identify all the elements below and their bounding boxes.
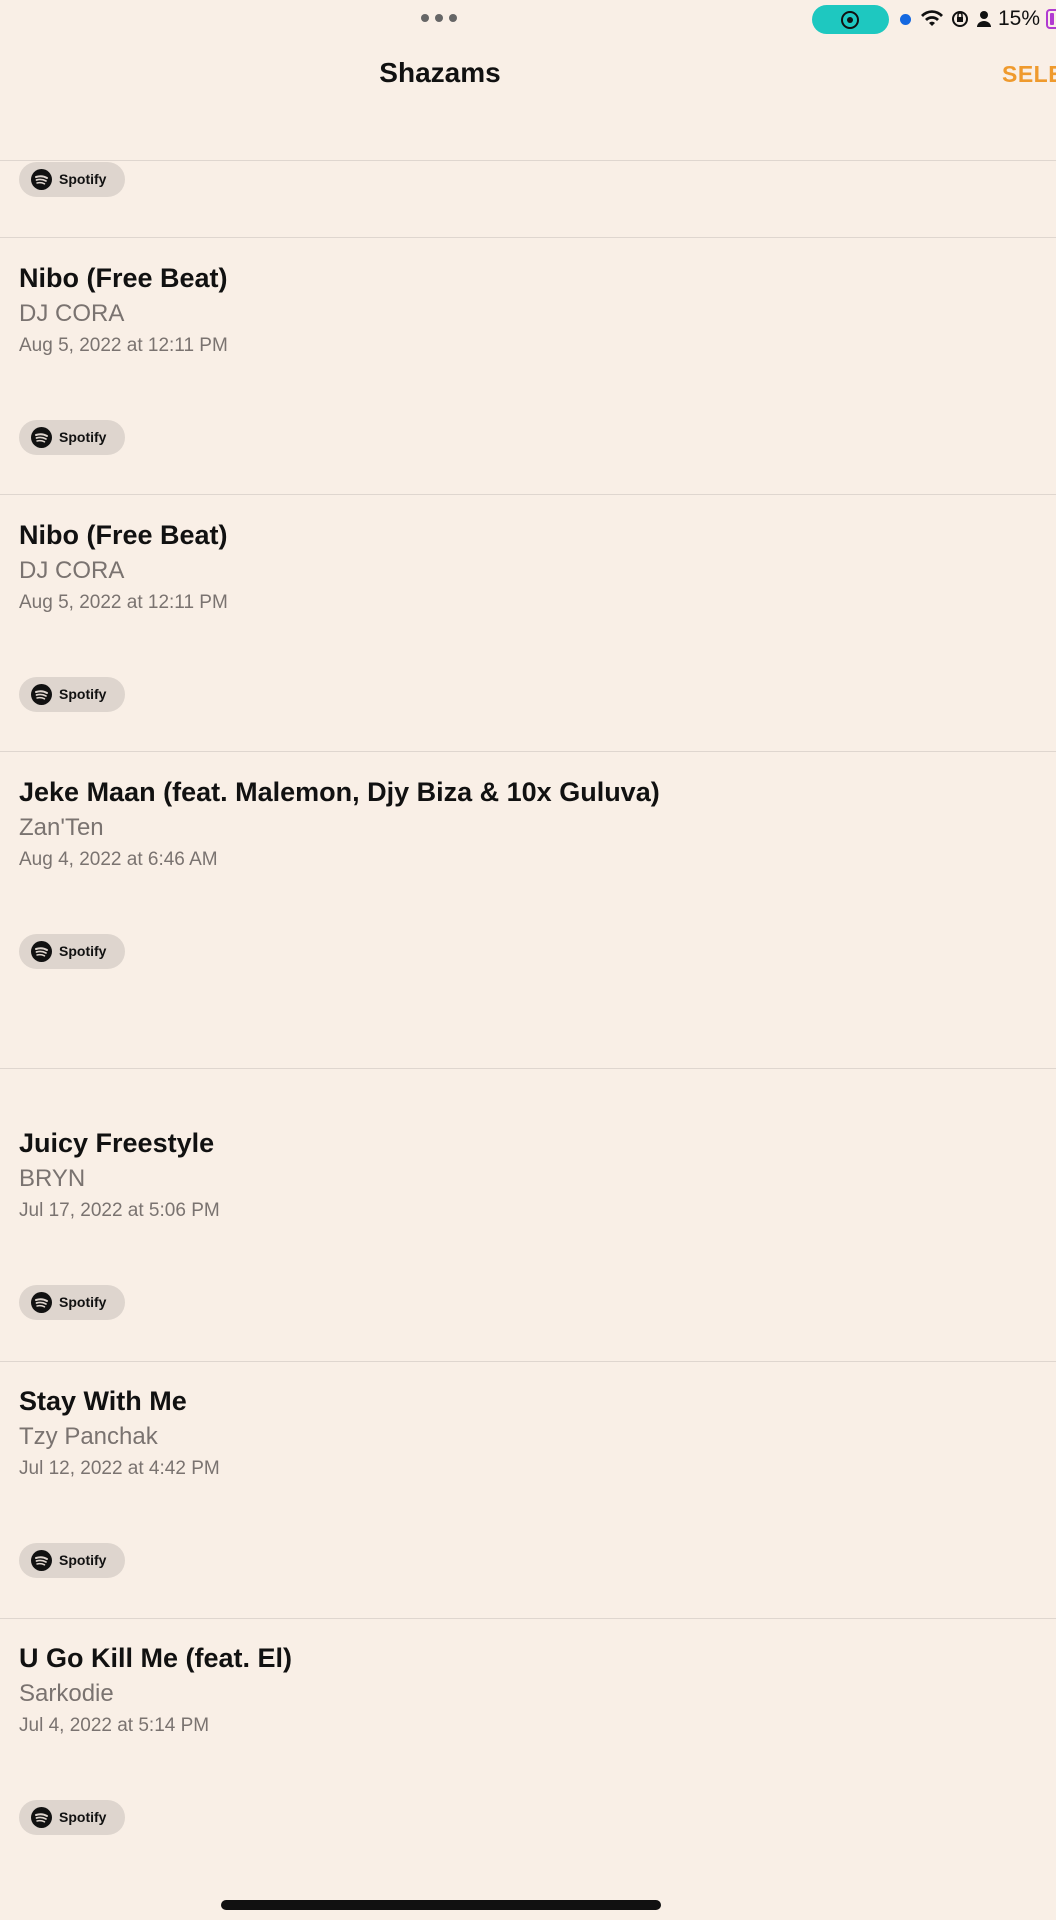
spotify-icon <box>31 169 52 190</box>
song-artist: Zan'Ten <box>19 814 104 841</box>
song-artist: Sarkodie <box>19 1680 114 1707</box>
record-icon <box>841 11 859 29</box>
divider <box>0 1361 1056 1362</box>
spotify-label: Spotify <box>59 943 107 959</box>
page-title: Shazams <box>379 57 501 88</box>
status-bar: 15% <box>0 0 1056 40</box>
song-date: Aug 4, 2022 at 6:46 AM <box>19 849 218 870</box>
spotify-icon <box>31 1292 52 1313</box>
divider <box>0 1618 1056 1619</box>
song-date: Jul 4, 2022 at 5:14 PM <box>19 1715 210 1736</box>
spotify-label: Spotify <box>59 1552 107 1568</box>
song-title: Nibo (Free Beat) <box>19 263 228 293</box>
song-title: Stay With Me <box>19 1386 187 1416</box>
section-divider <box>0 1068 1056 1069</box>
song-title: Juicy Freestyle <box>19 1128 215 1158</box>
spotify-icon <box>31 1550 52 1571</box>
divider <box>0 751 1056 752</box>
spotify-button[interactable]: Spotify <box>19 1543 125 1578</box>
spotify-label: Spotify <box>59 1294 107 1310</box>
spotify-icon <box>31 684 52 705</box>
song-artist: Tzy Panchak <box>19 1423 158 1450</box>
orientation-lock-icon <box>952 11 968 27</box>
song-artist: DJ CORA <box>19 557 125 584</box>
song-title: U Go Kill Me (feat. El) <box>19 1643 293 1673</box>
battery-icon <box>1046 9 1056 29</box>
spotify-button[interactable]: Spotify <box>19 420 125 455</box>
song-title: Jeke Maan (feat. Malemon, Djy Biza & 10x… <box>19 777 660 807</box>
wifi-icon <box>921 10 943 26</box>
person-icon <box>977 11 991 27</box>
divider <box>0 494 1056 495</box>
camera-in-use-dot-icon <box>900 14 911 25</box>
spotify-icon <box>31 1807 52 1828</box>
spotify-label: Spotify <box>59 1809 107 1825</box>
spotify-button[interactable]: Spotify <box>19 162 125 197</box>
divider <box>0 160 1056 161</box>
shazams-screen: 15% Shazams SELE Spotify Nibo (Free Beat… <box>0 0 1056 1920</box>
song-date: Jul 17, 2022 at 5:06 PM <box>19 1200 220 1221</box>
spotify-button[interactable]: Spotify <box>19 934 125 969</box>
song-date: Jul 12, 2022 at 4:42 PM <box>19 1458 220 1479</box>
spotify-button[interactable]: Spotify <box>19 677 125 712</box>
spotify-icon <box>31 941 52 962</box>
spotify-label: Spotify <box>59 429 107 445</box>
song-artist: DJ CORA <box>19 300 125 327</box>
spotify-label: Spotify <box>59 171 107 187</box>
spotify-button[interactable]: Spotify <box>19 1800 125 1835</box>
home-indicator[interactable] <box>221 1900 661 1910</box>
spotify-icon <box>31 427 52 448</box>
multitasking-dots-icon[interactable] <box>421 14 457 22</box>
spotify-button[interactable]: Spotify <box>19 1285 125 1320</box>
song-artist: BRYN <box>19 1165 86 1192</box>
spotify-label: Spotify <box>59 686 107 702</box>
song-date: Aug 5, 2022 at 12:11 PM <box>19 335 228 356</box>
screen-recording-indicator[interactable] <box>812 5 889 34</box>
song-title: Nibo (Free Beat) <box>19 520 228 550</box>
select-button[interactable]: SELE <box>1002 60 1056 88</box>
song-date: Aug 5, 2022 at 12:11 PM <box>19 592 228 613</box>
divider <box>0 237 1056 238</box>
battery-percent: 15% <box>998 7 1041 30</box>
